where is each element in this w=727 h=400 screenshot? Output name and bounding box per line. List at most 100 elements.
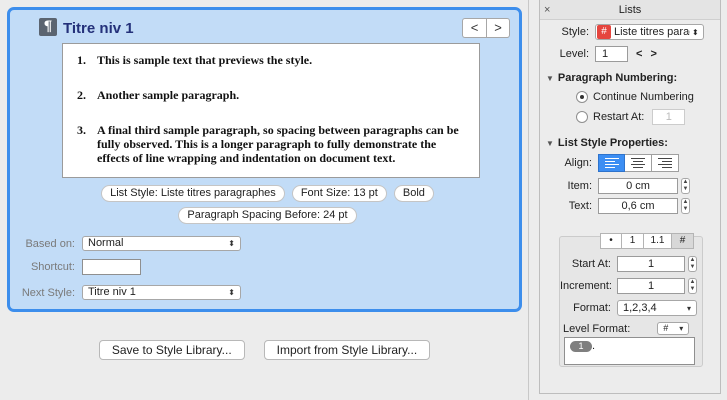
level-row: Level: 1 < > bbox=[540, 46, 657, 62]
tab-bullet[interactable]: • bbox=[600, 233, 622, 249]
preview-item-text: This is sample text that previews the st… bbox=[97, 53, 313, 67]
start-at-row: Start At: 1 ▲ ▼ bbox=[560, 256, 697, 272]
list-style-properties-section[interactable]: ▼ List Style Properties: bbox=[546, 137, 668, 149]
increment-stepper[interactable]: ▲ ▼ bbox=[688, 278, 697, 294]
tab-custom[interactable]: # bbox=[672, 233, 694, 249]
tab-outline[interactable]: 1.1 bbox=[644, 233, 672, 249]
continue-numbering-radio[interactable] bbox=[576, 91, 588, 103]
text-indent-row: Text: 0,6 cm ▲ ▼ bbox=[540, 198, 690, 214]
chevron-down-icon: ▾ bbox=[679, 324, 684, 333]
paragraph-numbering-header: Paragraph Numbering: bbox=[557, 72, 678, 84]
level-format-menu-value: # bbox=[663, 323, 669, 333]
chevron-updown-icon: ⬍ bbox=[228, 239, 235, 248]
restart-at-radio[interactable] bbox=[576, 111, 588, 123]
preview-item-text: Another sample paragraph. bbox=[97, 88, 240, 102]
item-indent-row: Item: 0 cm ▲ ▼ bbox=[540, 178, 690, 194]
tab-number[interactable]: 1 bbox=[622, 233, 644, 249]
list-style-select[interactable]: # Liste titres paragraphes ⬍ bbox=[595, 24, 704, 40]
list-style-label: Style: bbox=[561, 26, 589, 38]
preview-item-text: A final third sample paragraph, so spaci… bbox=[97, 123, 459, 165]
bold-chip[interactable]: Bold bbox=[393, 185, 434, 202]
align-left-icon[interactable] bbox=[598, 154, 625, 172]
align-center-icon[interactable] bbox=[625, 154, 652, 172]
continue-numbering-label: Continue Numbering bbox=[593, 91, 694, 103]
font-size-chip[interactable]: Font Size: 13 pt bbox=[291, 185, 387, 202]
text-indent-field[interactable]: 0,6 cm bbox=[598, 198, 678, 214]
list-style-chip[interactable]: List Style: Liste titres paragraphes bbox=[101, 185, 285, 202]
align-label: Align: bbox=[564, 157, 592, 169]
level-format-row: Level Format: # ▾ bbox=[563, 322, 690, 335]
import-from-library-button[interactable]: Import from Style Library... bbox=[263, 340, 431, 360]
align-right-icon[interactable] bbox=[652, 154, 679, 172]
level-field[interactable]: 1 bbox=[595, 46, 628, 62]
item-indent-label: Item: bbox=[567, 180, 592, 192]
level-format-label: Level Format: bbox=[563, 322, 631, 335]
chevron-updown-icon: ⬍ bbox=[692, 27, 699, 37]
level-prev-button[interactable]: < bbox=[636, 48, 642, 60]
start-at-stepper[interactable]: ▲ ▼ bbox=[688, 256, 697, 272]
paragraph-style-icon: ¶ bbox=[39, 18, 57, 36]
alignment-control bbox=[598, 154, 679, 172]
disclosure-triangle-icon: ▼ bbox=[546, 138, 554, 148]
level-format-field[interactable]: 1 . bbox=[564, 337, 695, 365]
shortcut-label: Shortcut: bbox=[30, 261, 75, 273]
restart-at-option[interactable]: Restart At: 1 bbox=[576, 109, 686, 125]
align-row: Align: bbox=[540, 154, 679, 172]
shortcut-row: Shortcut: bbox=[10, 259, 141, 275]
style-preview: 1. This is sample text that previews the… bbox=[62, 43, 480, 178]
level-format-menu[interactable]: # ▾ bbox=[657, 322, 690, 335]
disclosure-triangle-icon: ▼ bbox=[546, 73, 554, 83]
based-on-select[interactable]: Normal ⬍ bbox=[82, 236, 241, 251]
level-label: Level: bbox=[559, 48, 589, 60]
style-name: Titre niv 1 bbox=[63, 20, 134, 37]
format-select[interactable]: 1,2,3,4 ▾ bbox=[617, 300, 697, 316]
next-style-label: Next Style: bbox=[21, 286, 75, 299]
start-at-field[interactable]: 1 bbox=[617, 256, 685, 272]
continue-numbering-option[interactable]: Continue Numbering bbox=[576, 91, 694, 103]
number-type-tabs: • 1 1.1 # bbox=[600, 233, 694, 249]
previous-style-button[interactable]: < bbox=[462, 18, 486, 38]
start-at-label: Start At: bbox=[571, 258, 611, 270]
chevron-down-icon: ▾ bbox=[686, 303, 691, 313]
next-style-value: Titre niv 1 bbox=[88, 286, 136, 298]
panel-titlebar[interactable]: × Lists bbox=[540, 0, 720, 20]
increment-label: Increment: bbox=[560, 280, 612, 292]
preview-item-number: 3. bbox=[77, 123, 86, 137]
list-style-row: Style: # Liste titres paragraphes ⬍ bbox=[540, 24, 704, 40]
format-value: 1,2,3,4 bbox=[623, 301, 657, 314]
next-style-select[interactable]: Titre niv 1 ⬍ bbox=[82, 285, 241, 300]
restart-at-field[interactable]: 1 bbox=[652, 109, 686, 125]
item-indent-field[interactable]: 0 cm bbox=[598, 178, 678, 194]
style-attributes: List Style: Liste titres paragraphes Fon… bbox=[10, 185, 525, 229]
preview-item: 2. Another sample paragraph. bbox=[77, 88, 469, 102]
format-label: Format: bbox=[573, 302, 611, 314]
increment-field[interactable]: 1 bbox=[617, 278, 685, 294]
panel-title: Lists bbox=[618, 4, 642, 16]
split-divider[interactable] bbox=[528, 0, 529, 400]
based-on-row: Based on: Normal ⬍ bbox=[10, 236, 241, 251]
restart-at-label: Restart At: bbox=[593, 111, 645, 123]
style-navigation: < > bbox=[462, 18, 510, 38]
level-settings-box: • 1 1.1 # Start At: 1 ▲ ▼ Increment: 1 ▲ ▼… bbox=[559, 233, 703, 367]
list-style-properties-header: List Style Properties: bbox=[557, 137, 668, 149]
next-style-button[interactable]: > bbox=[486, 18, 510, 38]
style-card[interactable]: ¶ Titre niv 1 < > 1. This is sample text… bbox=[7, 7, 522, 312]
format-row: Format: 1,2,3,4 ▾ bbox=[560, 300, 697, 316]
paragraph-spacing-chip[interactable]: Paragraph Spacing Before: 24 pt bbox=[178, 207, 357, 224]
item-indent-stepper[interactable]: ▲ ▼ bbox=[681, 178, 690, 194]
level-format-suffix: . bbox=[592, 340, 596, 352]
library-buttons: Save to Style Library... Import from Sty… bbox=[0, 340, 529, 360]
chevron-updown-icon: ⬍ bbox=[228, 288, 235, 297]
save-to-library-button[interactable]: Save to Style Library... bbox=[98, 340, 245, 360]
close-icon[interactable]: × bbox=[544, 0, 550, 20]
style-editor: ¶ Titre niv 1 < > 1. This is sample text… bbox=[0, 0, 529, 400]
preview-item-number: 2. bbox=[77, 88, 86, 102]
level-number-token[interactable]: 1 bbox=[570, 341, 592, 352]
preview-item: 3. A final third sample paragraph, so sp… bbox=[77, 123, 469, 165]
paragraph-numbering-section[interactable]: ▼ Paragraph Numbering: bbox=[546, 72, 677, 84]
shortcut-field[interactable] bbox=[82, 259, 141, 275]
preview-item-number: 1. bbox=[77, 53, 86, 67]
list-style-icon: # bbox=[597, 25, 611, 39]
text-indent-stepper[interactable]: ▲ ▼ bbox=[681, 198, 690, 214]
level-next-button[interactable]: > bbox=[650, 48, 656, 60]
